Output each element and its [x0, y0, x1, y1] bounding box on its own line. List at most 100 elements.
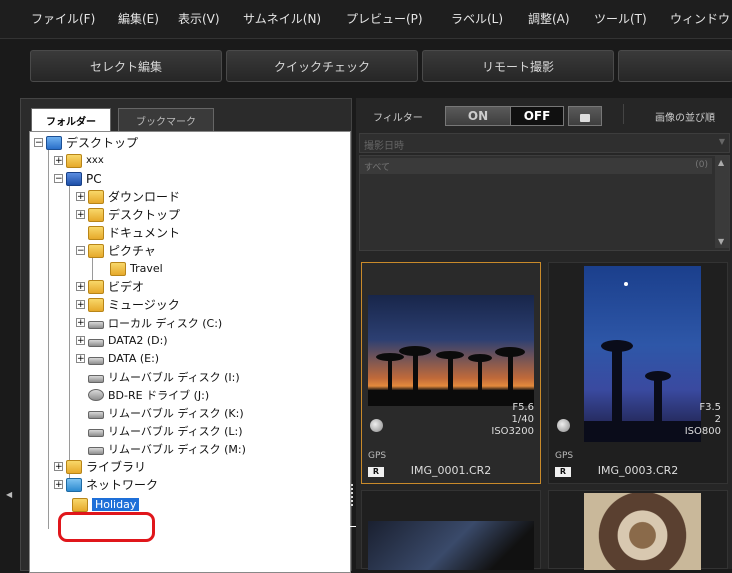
quick-check-button[interactable]: クイックチェック	[226, 50, 418, 82]
thumbnail-card[interactable]	[548, 490, 728, 570]
menu-view[interactable]: 表示(V)	[178, 10, 220, 27]
folder-panel: フォルダー ブックマーク − デスクトップ + xxx − PC + ダウンロー…	[20, 98, 353, 573]
tree-item-data2-d[interactable]: + DATA2 (D:)	[76, 332, 168, 349]
tree-item-label: ライブラリ	[86, 460, 147, 474]
divider	[623, 104, 624, 124]
scroll-up-icon[interactable]: ▲	[718, 158, 724, 167]
filter-off-button[interactable]: OFF	[510, 106, 564, 126]
thumbnail-filename: IMG_0001.CR2	[410, 464, 492, 477]
tree-item-label: PC	[86, 171, 102, 186]
thumbnail-card[interactable]	[361, 490, 541, 570]
folder-icon	[72, 497, 88, 512]
tree-item-removable-l[interactable]: リムーバブル ディスク (L:)	[88, 422, 243, 439]
expand-icon[interactable]: +	[76, 354, 85, 364]
expand-icon[interactable]: +	[76, 300, 85, 310]
menu-edit[interactable]: 編集(E)	[118, 10, 159, 27]
tree-item-xxx[interactable]: + xxx	[54, 152, 104, 169]
scroll-down-icon[interactable]: ▼	[718, 237, 724, 246]
tree-item-label: リムーバブル ディスク (I:)	[108, 370, 240, 384]
removable-disk-icon	[88, 446, 104, 455]
expand-icon[interactable]: +	[76, 282, 85, 292]
expand-icon[interactable]: +	[54, 462, 63, 472]
tree-item-label: Holiday	[92, 498, 140, 511]
tree-item-label: デスクトップ	[108, 208, 181, 222]
tab-folder[interactable]: フォルダー	[31, 108, 111, 131]
menu-preview[interactable]: プレビュー(P)	[346, 10, 423, 27]
splitter-grip[interactable]	[351, 484, 353, 506]
drive-icon	[88, 338, 104, 347]
remote-shoot-button[interactable]: リモート撮影	[422, 50, 614, 82]
tree-item-pc[interactable]: − PC	[54, 170, 102, 187]
tree-item-label: Travel	[130, 262, 163, 275]
list-item-count: (0)	[695, 160, 708, 170]
collapse-panel-arrow-icon[interactable]: ◀	[6, 490, 12, 499]
menu-thumbnail[interactable]: サムネイル(N)	[243, 10, 321, 27]
tree-item-label: BD-RE ドライブ (J:)	[108, 388, 210, 402]
thumbnail-card[interactable]: F5.6 1/40 ISO3200 GPS R IMG_0001.CR2	[361, 262, 541, 484]
tab-bookmark[interactable]: ブックマーク	[118, 108, 214, 131]
gps-badge: GPS	[368, 451, 387, 461]
tree-item-bdre-j[interactable]: BD-RE ドライブ (J:)	[88, 386, 209, 403]
expand-icon[interactable]: +	[54, 480, 63, 490]
tree-item-removable-i[interactable]: リムーバブル ディスク (I:)	[88, 368, 240, 385]
drive-icon	[88, 356, 104, 365]
tree-item-music[interactable]: + ミュージック	[76, 296, 180, 313]
tree-item-network[interactable]: + ネットワーク	[54, 476, 158, 493]
tree-item-video[interactable]: + ビデオ	[76, 278, 144, 295]
tree-item-desktop[interactable]: − デスクトップ	[34, 134, 138, 151]
tree-item-desktop2[interactable]: + デスクトップ	[76, 206, 180, 223]
expand-icon[interactable]: +	[54, 156, 63, 166]
tree-item-pictures[interactable]: − ピクチャ	[76, 242, 156, 259]
tree-item-label: ネットワーク	[86, 478, 159, 492]
expand-icon[interactable]: +	[76, 210, 85, 220]
filter-label: フィルター	[373, 113, 423, 124]
collapse-icon[interactable]: −	[34, 138, 43, 148]
rating-dot-icon	[557, 419, 570, 432]
expand-icon[interactable]: +	[76, 192, 85, 202]
local-disk-icon	[88, 320, 104, 329]
thumbnail-image	[584, 266, 701, 442]
tree-item-label: ビデオ	[108, 280, 145, 294]
tree-item-label: リムーバブル ディスク (L:)	[108, 424, 243, 438]
gps-badge: GPS	[555, 451, 574, 461]
expand-icon[interactable]: +	[76, 318, 85, 328]
pc-icon	[66, 171, 82, 186]
filter-on-button[interactable]: ON	[445, 106, 511, 126]
tree-item-removable-k[interactable]: リムーバブル ディスク (K:)	[88, 404, 244, 421]
tree-item-data-e[interactable]: + DATA (E:)	[76, 350, 159, 367]
menu-adjust[interactable]: 調整(A)	[528, 10, 570, 27]
tree-item-holiday[interactable]: Holiday	[72, 496, 140, 513]
iso-value: ISO800	[684, 426, 721, 437]
highlight-ring	[58, 512, 155, 542]
menu-label[interactable]: ラベル(L)	[451, 10, 503, 27]
chevron-down-icon: ▼	[718, 137, 725, 146]
lock-button[interactable]	[568, 106, 602, 126]
select-edit-button[interactable]: セレクト編集	[30, 50, 222, 82]
baobab-silhouette	[368, 346, 534, 406]
tree-item-library[interactable]: + ライブラリ	[54, 458, 146, 475]
tree-item-local-c[interactable]: + ローカル ディスク (C:)	[76, 314, 222, 331]
aperture-value: F3.5	[699, 402, 721, 413]
filter-list: すべて (0) ▲ ▼	[359, 155, 730, 251]
list-item[interactable]: すべて (0)	[360, 158, 712, 174]
tree-item-documents[interactable]: ドキュメント	[88, 224, 180, 241]
toolbar-extra-button[interactable]	[618, 50, 732, 82]
menu-file[interactable]: ファイル(F)	[31, 10, 95, 27]
scrollbar[interactable]: ▲ ▼	[715, 156, 729, 248]
expand-icon[interactable]: +	[76, 336, 85, 346]
tree-item-downloads[interactable]: + ダウンロード	[76, 188, 180, 205]
tree-item-travel[interactable]: Travel	[110, 260, 163, 277]
pictures-folder-icon	[88, 243, 104, 258]
sort-order-select[interactable]: 撮影日時 ▼	[359, 133, 730, 153]
menu-window[interactable]: ウィンドウ	[670, 10, 730, 27]
tree-item-removable-m[interactable]: リムーバブル ディスク (M:)	[88, 440, 246, 457]
bd-drive-icon	[88, 388, 104, 401]
tree-item-label: デスクトップ	[66, 136, 139, 150]
collapse-icon[interactable]: −	[54, 174, 63, 184]
menu-tools[interactable]: ツール(T)	[594, 10, 647, 27]
sort-order-value: 撮影日時	[364, 141, 404, 152]
desktop-icon	[46, 135, 62, 150]
tree-item-label: xxx	[86, 155, 104, 166]
thumbnail-card[interactable]: F3.5 2 ISO800 GPS R IMG_0003.CR2	[548, 262, 728, 484]
collapse-icon[interactable]: −	[76, 246, 85, 256]
